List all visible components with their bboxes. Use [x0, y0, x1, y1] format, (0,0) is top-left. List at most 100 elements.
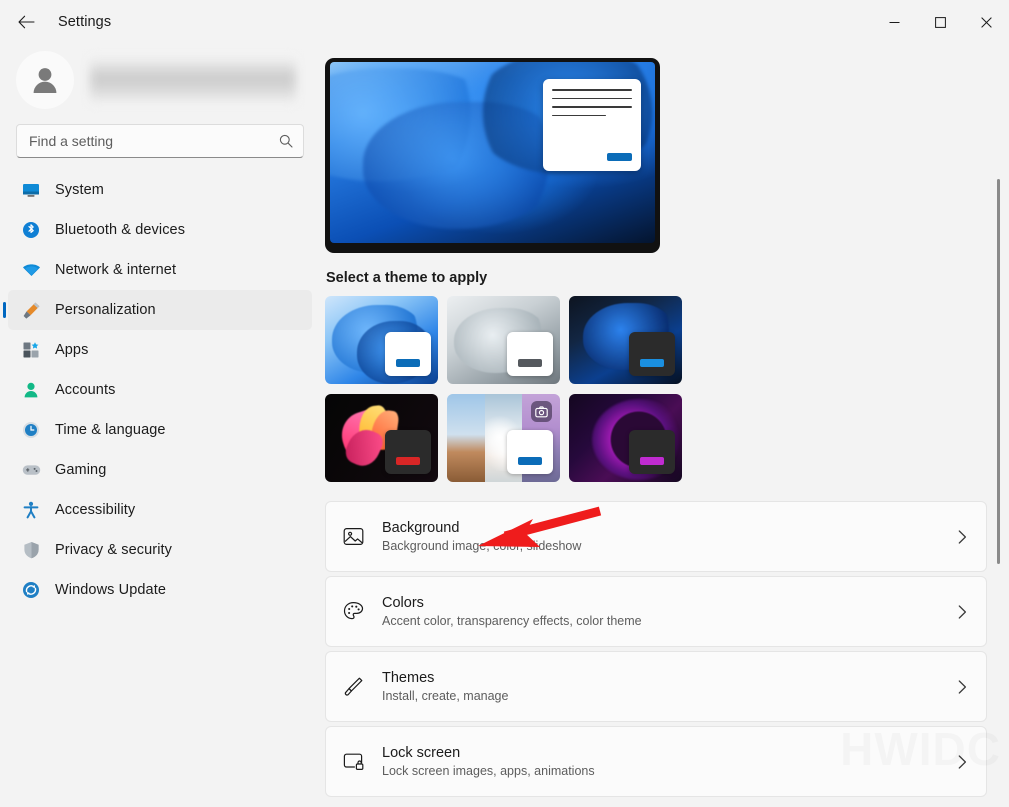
settings-row-text: Colors Accent color, transparency effect… — [382, 595, 942, 628]
avatar — [16, 51, 74, 109]
settings-row-text: Background Background image, color, slid… — [382, 520, 942, 553]
chevron-right-icon — [958, 680, 970, 694]
settings-row-title: Themes — [382, 670, 942, 686]
sidebar-item-gaming[interactable]: Gaming — [8, 450, 312, 490]
main-content: Personalization — [320, 44, 1009, 807]
theme-mini-window — [629, 332, 675, 376]
close-icon — [981, 17, 992, 28]
window-body: System Bluetooth & devices — [0, 44, 1009, 807]
theme-mini-window — [385, 332, 431, 376]
monitor-icon — [21, 180, 41, 200]
image-icon — [340, 526, 366, 547]
vertical-scrollbar[interactable] — [992, 44, 1006, 807]
preview-mock-window — [543, 79, 641, 171]
search-container — [0, 116, 320, 168]
sidebar-item-apps[interactable]: Apps — [8, 330, 312, 370]
paintbrush-icon — [21, 300, 41, 320]
settings-row-subtitle: Lock screen images, apps, animations — [382, 764, 942, 778]
sidebar-item-personalization[interactable]: Personalization — [8, 290, 312, 330]
theme-option[interactable] — [325, 296, 438, 384]
sidebar-item-network-internet[interactable]: Network & internet — [8, 250, 312, 290]
camera-icon — [531, 401, 552, 422]
sidebar-item-accessibility[interactable]: Accessibility — [8, 490, 312, 530]
settings-row-text: Themes Install, create, manage — [382, 670, 942, 703]
theme-mini-window — [629, 430, 675, 474]
account-name-blurred — [90, 57, 296, 103]
sidebar-item-system[interactable]: System — [8, 170, 312, 210]
shield-icon — [21, 540, 41, 560]
search-input[interactable] — [29, 133, 279, 149]
settings-list: Background Background image, color, slid… — [325, 501, 1009, 797]
sidebar-item-privacy-security[interactable]: Privacy & security — [8, 530, 312, 570]
sidebar-item-accounts[interactable]: Accounts — [8, 370, 312, 410]
preview-wallpaper — [330, 62, 655, 243]
app-title: Settings — [58, 14, 111, 30]
gamepad-icon — [21, 460, 41, 480]
theme-option[interactable] — [325, 394, 438, 482]
apps-icon — [21, 340, 41, 360]
back-arrow-icon — [18, 15, 35, 29]
chevron-right-icon — [958, 755, 970, 769]
brush-icon — [340, 676, 366, 697]
account-icon — [21, 380, 41, 400]
title-bar: Settings — [0, 0, 1009, 44]
bluetooth-icon — [21, 220, 41, 240]
settings-row-title: Background — [382, 520, 942, 536]
sidebar-item-label: Network & internet — [55, 262, 176, 278]
sidebar-item-label: Privacy & security — [55, 542, 172, 558]
lock-screen-icon — [340, 751, 366, 772]
maximize-button[interactable] — [917, 0, 963, 44]
palette-icon — [340, 601, 366, 622]
back-button[interactable] — [9, 7, 43, 37]
settings-row-subtitle: Background image, color, slideshow — [382, 539, 942, 553]
sidebar-item-label: Personalization — [55, 302, 156, 318]
chevron-right-icon — [958, 605, 970, 619]
sidebar-item-windows-update[interactable]: Windows Update — [8, 570, 312, 610]
settings-row-lock-screen[interactable]: Lock screen Lock screen images, apps, an… — [325, 726, 987, 797]
settings-window: Settings — [0, 0, 1009, 807]
sidebar-item-label: Apps — [55, 342, 88, 358]
sidebar-item-label: Accounts — [55, 382, 115, 398]
clock-icon — [21, 420, 41, 440]
spotlight-slice — [447, 394, 485, 482]
theme-option[interactable] — [447, 296, 560, 384]
sidebar-item-label: Time & language — [55, 422, 166, 438]
settings-row-colors[interactable]: Colors Accent color, transparency effect… — [325, 576, 987, 647]
close-button[interactable] — [963, 0, 1009, 44]
theme-preview — [325, 58, 660, 253]
sidebar-item-label: Windows Update — [55, 582, 166, 598]
scrollbar-thumb[interactable] — [997, 179, 1000, 564]
sidebar-item-label: System — [55, 182, 104, 198]
sidebar-item-label: Bluetooth & devices — [55, 222, 185, 238]
theme-grid — [325, 296, 1009, 482]
settings-row-title: Lock screen — [382, 745, 942, 761]
theme-option[interactable] — [569, 296, 682, 384]
preview-mock-button — [607, 153, 632, 161]
settings-row-background[interactable]: Background Background image, color, slid… — [325, 501, 987, 572]
theme-mini-window — [507, 332, 553, 376]
theme-option-spotlight[interactable] — [447, 394, 560, 482]
theme-option[interactable] — [569, 394, 682, 482]
search-icon — [279, 134, 293, 148]
sidebar-item-time-language[interactable]: Time & language — [8, 410, 312, 450]
settings-row-subtitle: Install, create, manage — [382, 689, 942, 703]
sidebar-item-bluetooth-devices[interactable]: Bluetooth & devices — [8, 210, 312, 250]
settings-row-text: Lock screen Lock screen images, apps, an… — [382, 745, 942, 778]
theme-mini-window — [507, 430, 553, 474]
minimize-button[interactable] — [871, 0, 917, 44]
settings-row-themes[interactable]: Themes Install, create, manage — [325, 651, 987, 722]
sidebar-item-label: Gaming — [55, 462, 106, 478]
main-scroll-area: Personalization — [320, 44, 1009, 807]
settings-row-title: Colors — [382, 595, 942, 611]
theme-section-label: Select a theme to apply — [326, 270, 1009, 286]
person-icon — [27, 62, 63, 98]
accessibility-icon — [21, 500, 41, 520]
user-profile[interactable] — [0, 44, 320, 116]
window-controls — [871, 0, 1009, 44]
sidebar: System Bluetooth & devices — [0, 44, 320, 807]
minimize-icon — [889, 17, 900, 28]
wifi-icon — [21, 260, 41, 280]
maximize-icon — [935, 17, 946, 28]
sidebar-nav: System Bluetooth & devices — [0, 168, 320, 610]
search-box[interactable] — [16, 124, 304, 158]
